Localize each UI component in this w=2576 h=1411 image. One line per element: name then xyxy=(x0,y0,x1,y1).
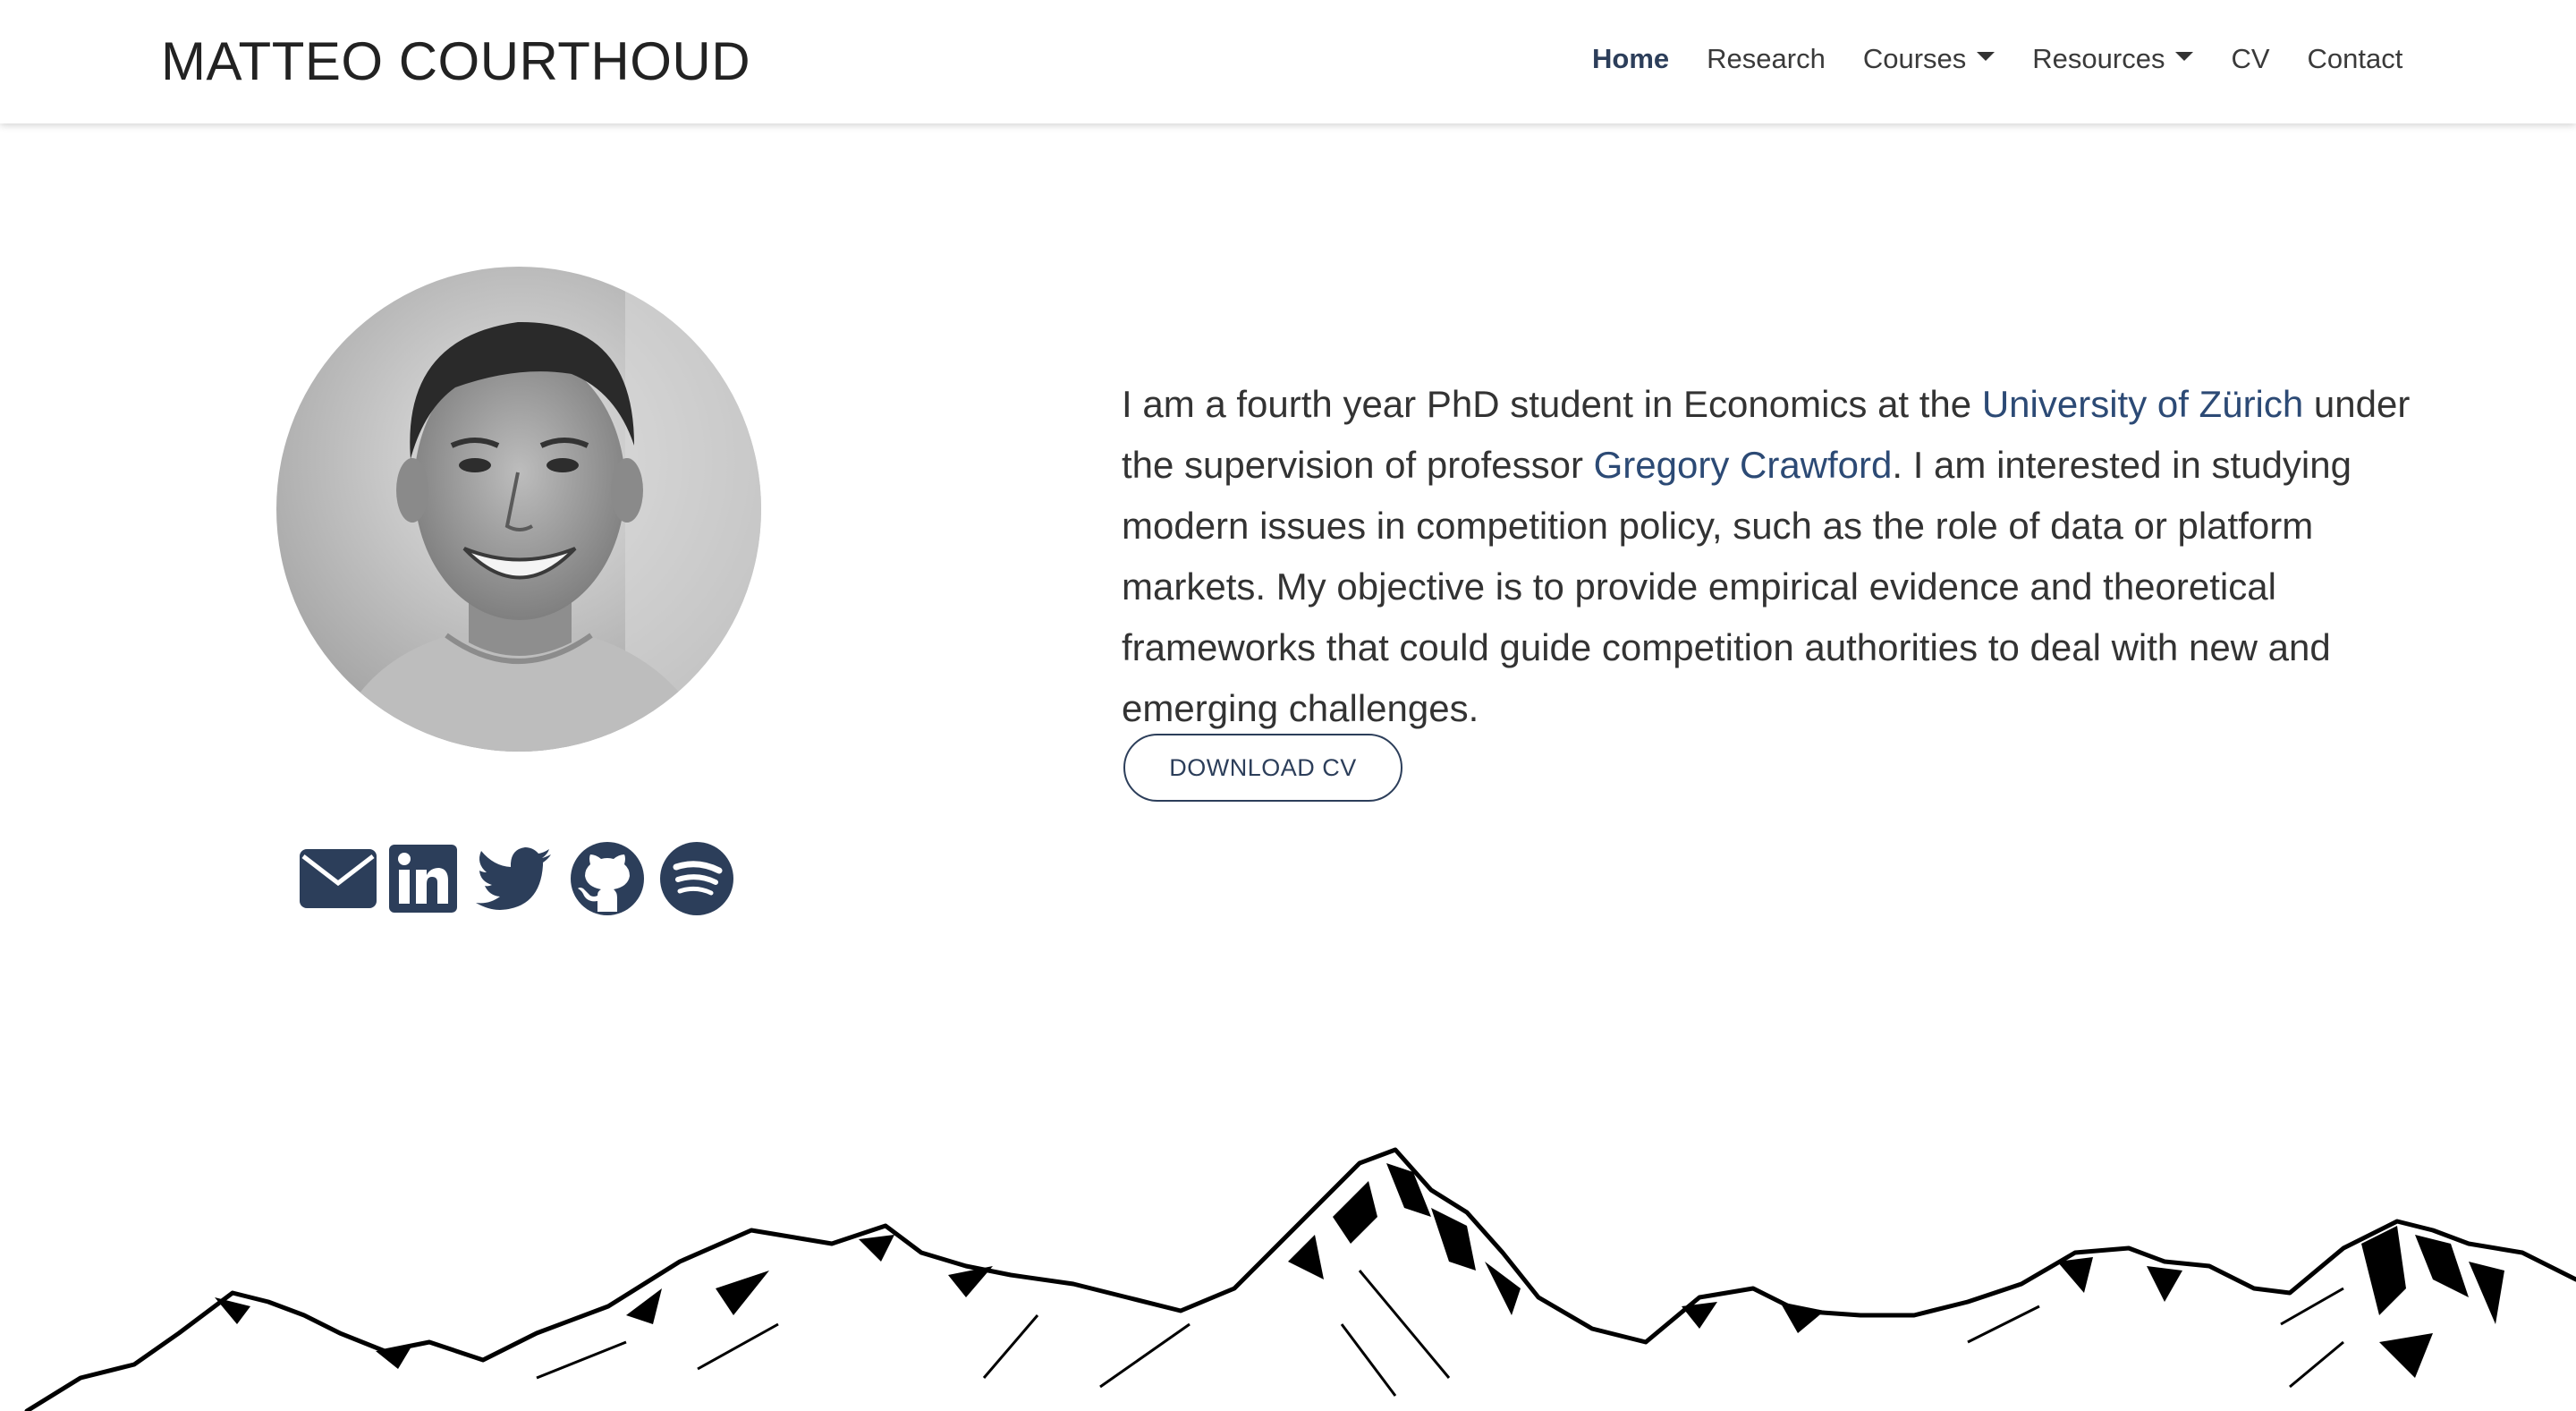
nav-item-resources[interactable]: Resources xyxy=(2032,43,2194,75)
bio-text-part: . I am interested in studying modern iss… xyxy=(1122,444,2351,729)
main-nav: Home Research Courses Resources CV Conta… xyxy=(1592,43,2402,75)
navbar: MATTEO COURTHOUD Home Research Courses R… xyxy=(0,0,2576,123)
nav-item-research[interactable]: Research xyxy=(1707,43,1826,75)
nav-item-label: Courses xyxy=(1862,43,1967,74)
envelope-icon[interactable] xyxy=(298,841,378,916)
nav-item-label: Contact xyxy=(2307,43,2403,74)
nav-item-label: Home xyxy=(1592,43,1670,74)
site-title[interactable]: MATTEO COURTHOUD xyxy=(161,30,750,92)
nav-item-courses[interactable]: Courses xyxy=(1862,43,1996,75)
twitter-icon[interactable] xyxy=(475,841,552,916)
download-cv-button[interactable]: DOWNLOAD CV xyxy=(1123,734,1402,802)
nav-item-cv[interactable]: CV xyxy=(2231,43,2269,75)
caret-down-icon xyxy=(2175,52,2194,61)
social-links xyxy=(298,841,734,916)
nav-item-home[interactable]: Home xyxy=(1592,43,1669,75)
portrait-illustration xyxy=(276,267,761,752)
university-link[interactable]: University of Zürich xyxy=(1982,383,2303,425)
bio-text-part: I am a fourth year PhD student in Econom… xyxy=(1122,383,1982,425)
bio-text: I am a fourth year PhD student in Econom… xyxy=(1122,374,2428,739)
nav-item-label: Research xyxy=(1707,43,1826,74)
nav-item-label: Resources xyxy=(2032,43,2165,74)
caret-down-icon xyxy=(1977,52,1996,61)
mountain-illustration xyxy=(24,1147,2576,1411)
nav-item-label: CV xyxy=(2231,43,2270,74)
linkedin-icon[interactable] xyxy=(387,841,459,916)
github-icon[interactable] xyxy=(570,841,645,916)
supervisor-link[interactable]: Gregory Crawford xyxy=(1594,444,1893,486)
nav-item-contact[interactable]: Contact xyxy=(2308,43,2403,75)
profile-photo xyxy=(276,267,761,752)
spotify-icon[interactable] xyxy=(659,841,734,916)
